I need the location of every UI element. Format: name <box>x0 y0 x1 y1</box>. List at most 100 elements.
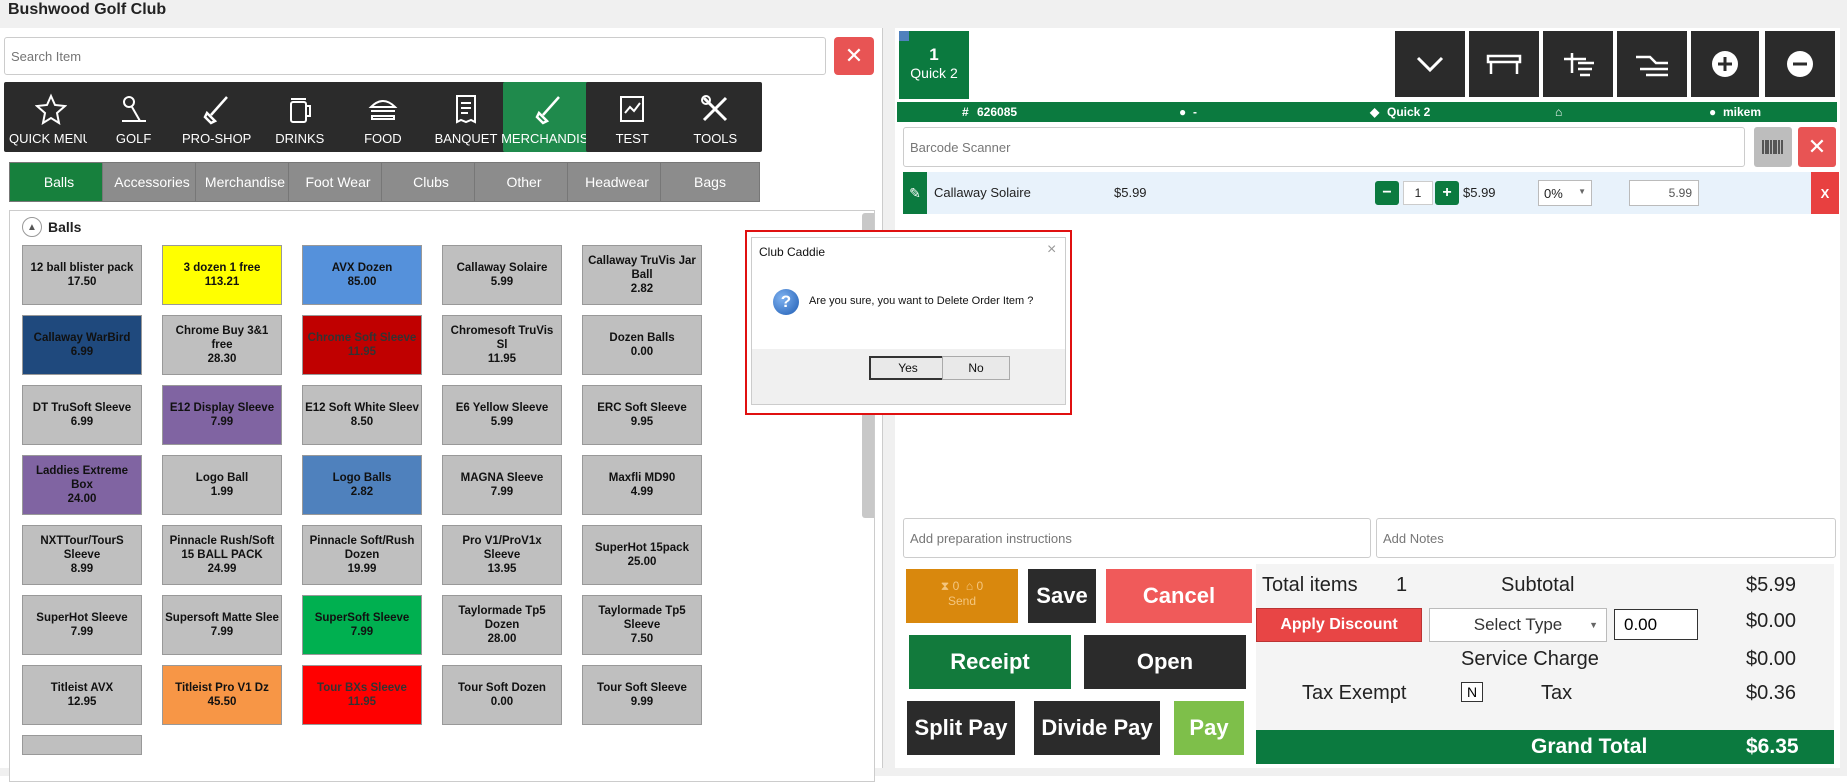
category-test[interactable]: TEST <box>585 82 679 152</box>
item-tile[interactable]: SuperHot 15pack 25.00 <box>582 525 702 585</box>
item-tile[interactable]: Taylormade Tp5 Sleeve 7.50 <box>582 595 702 655</box>
item-tile[interactable]: Chrome Soft Sleeve 11.95 <box>302 315 422 375</box>
discount-amount-input[interactable]: 0.00 <box>1614 609 1698 640</box>
subcategory-tab-balls[interactable]: Balls <box>9 162 109 202</box>
search-clear-button[interactable]: ✕ <box>834 37 874 75</box>
search-input[interactable] <box>4 37 826 75</box>
item-tile[interactable]: NXTTour/TourS Sleeve 8.99 <box>22 525 142 585</box>
dialog-close-button[interactable]: × <box>1047 241 1056 259</box>
order-item-row[interactable]: ✎ Callaway Solaire $5.99 − 1 + $5.99 0% ▼… <box>903 172 1839 214</box>
item-name: Dozen Balls <box>609 332 675 344</box>
item-tile[interactable]: Maxfli MD90 4.99 <box>582 455 702 515</box>
category-label: TEST <box>615 131 649 146</box>
subcategory-tab-merchandise[interactable]: Merchandise <box>195 162 295 202</box>
discount-type-select[interactable]: Select Type ▼ <box>1429 608 1607 642</box>
item-tile[interactable]: Pinnacle Soft/Rush Dozen 19.99 <box>302 525 422 585</box>
item-tile[interactable]: Callaway WarBird 6.99 <box>22 315 142 375</box>
item-tile[interactable]: AVX Dozen 85.00 <box>302 245 422 305</box>
item-name: Taylormade Tp5 Sleeve <box>598 605 686 631</box>
table-button[interactable] <box>1469 31 1539 97</box>
item-tile[interactable]: Supersoft Matte Slee 7.99 <box>162 595 282 655</box>
dialog-yes-button[interactable]: Yes <box>869 356 947 380</box>
divide-pay-button[interactable]: Divide Pay <box>1034 701 1160 755</box>
touch-button[interactable] <box>1543 31 1613 97</box>
tax-exempt-label: Tax Exempt <box>1302 682 1407 704</box>
chevron-down-icon <box>1416 56 1444 73</box>
item-tile[interactable]: Taylormade Tp5 Dozen 28.00 <box>442 595 562 655</box>
item-tile[interactable]: Tour Soft Dozen 0.00 <box>442 665 562 725</box>
remove-button[interactable] <box>1765 31 1835 97</box>
apply-discount-button[interactable]: Apply Discount <box>1256 608 1422 642</box>
tax-exempt-toggle[interactable]: N <box>1461 682 1483 702</box>
chevron-down-button[interactable] <box>1395 31 1465 97</box>
qty-decrease-button[interactable]: − <box>1375 181 1399 205</box>
item-tile[interactable]: Dozen Balls 0.00 <box>582 315 702 375</box>
item-tile[interactable]: Tour BXs Sleeve 11.95 <box>302 665 422 725</box>
split-pay-button[interactable]: Split Pay <box>907 701 1015 755</box>
qty-field[interactable]: 1 <box>1403 181 1433 205</box>
item-tile[interactable]: 12 ball blister pack 17.50 <box>22 245 142 305</box>
category-quick-menu[interactable]: QUICK MENU <box>4 82 97 152</box>
category-food[interactable]: FOOD <box>336 82 430 152</box>
add-button[interactable] <box>1691 31 1759 97</box>
category-banquet[interactable]: BANQUET <box>419 82 513 152</box>
item-tile[interactable]: SuperSoft Sleeve 7.99 <box>302 595 422 655</box>
barcode-clear-button[interactable]: ✕ <box>1798 127 1836 167</box>
item-tile[interactable]: Titleist AVX 12.95 <box>22 665 142 725</box>
item-tile[interactable]: Logo Balls 2.82 <box>302 455 422 515</box>
item-tile[interactable]: 3 dozen 1 free 113.21 <box>162 245 282 305</box>
edit-icon[interactable]: ✎ <box>903 172 927 214</box>
item-tile[interactable]: Pro V1/ProV1x Sleeve 13.95 <box>442 525 562 585</box>
discount-select[interactable]: 0% ▼ <box>1538 180 1592 206</box>
subcategory-tab-foot-wear[interactable]: Foot Wear <box>288 162 388 202</box>
item-tile[interactable]: E6 Yellow Sleeve 5.99 <box>442 385 562 445</box>
item-tile[interactable]: E12 Soft White Sleev 8.50 <box>302 385 422 445</box>
item-tile[interactable] <box>22 735 142 755</box>
item-tile[interactable]: Callaway TruVis Jar Ball 2.82 <box>582 245 702 305</box>
notes-input[interactable]: Add Notes <box>1376 518 1836 558</box>
open-button[interactable]: Open <box>1084 635 1246 689</box>
qty-increase-button[interactable]: + <box>1435 181 1459 205</box>
item-tile[interactable]: Logo Ball 1.99 <box>162 455 282 515</box>
item-tile[interactable]: Titleist Pro V1 Dz 45.50 <box>162 665 282 725</box>
category-golf[interactable]: GOLF <box>87 82 181 152</box>
item-tile[interactable]: SuperHot Sleeve 7.99 <box>22 595 142 655</box>
item-tile[interactable]: Pinnacle Rush/Soft 15 BALL PACK 24.99 <box>162 525 282 585</box>
subcategory-tab-headwear[interactable]: Headwear <box>567 162 667 202</box>
line-total-field[interactable]: 5.99 <box>1629 180 1699 206</box>
category-pro-shop[interactable]: PRO-SHOP <box>170 82 264 152</box>
save-button[interactable]: Save <box>1028 569 1096 623</box>
item-tile[interactable]: MAGNA Sleeve 7.99 <box>442 455 562 515</box>
order-item-name: Callaway Solaire <box>934 185 1031 200</box>
chevron-up-icon[interactable]: ▲ <box>22 217 42 237</box>
category-merchandise[interactable]: MERCHANDISE <box>501 82 597 152</box>
barcode-button[interactable] <box>1754 127 1792 167</box>
item-tile[interactable]: Tour Soft Sleeve 9.99 <box>582 665 702 725</box>
cancel-button[interactable]: Cancel <box>1106 569 1252 623</box>
item-tile[interactable]: Chromesoft TruVis Sl 11.95 <box>442 315 562 375</box>
item-tile[interactable]: Chrome Buy 3&1 free 28.30 <box>162 315 282 375</box>
item-tile[interactable]: E12 Display Sleeve 7.99 <box>162 385 282 445</box>
subcategory-tab-clubs[interactable]: Clubs <box>381 162 481 202</box>
item-tile[interactable]: Callaway Solaire 5.99 <box>442 245 562 305</box>
item-tile[interactable]: ERC Soft Sleeve 9.95 <box>582 385 702 445</box>
dialog-no-button[interactable]: No <box>942 356 1010 380</box>
send-button[interactable]: ⧗ 0 ⌂ 0 Send <box>906 569 1018 623</box>
table-icon: ⌂ <box>1555 105 1563 119</box>
barcode-input[interactable]: Barcode Scanner <box>903 127 1745 167</box>
category-tools[interactable]: TOOLS <box>668 82 762 152</box>
subcategory-tab-accessories[interactable]: Accessories <box>102 162 202 202</box>
category-drinks[interactable]: DRINKS <box>253 82 347 152</box>
prep-instructions-input[interactable]: Add preparation instructions <box>903 518 1371 558</box>
item-tile[interactable]: Laddies Extreme Box 24.00 <box>22 455 142 515</box>
hand-button[interactable] <box>1617 31 1687 97</box>
order-tab[interactable]: 1 Quick 2 <box>899 31 969 99</box>
pay-button[interactable]: Pay <box>1174 701 1244 755</box>
section-header[interactable]: ▲ Balls <box>22 217 81 237</box>
subcategory-tab-bags[interactable]: Bags <box>660 162 760 202</box>
item-tile[interactable]: DT TruSoft Sleeve 6.99 <box>22 385 142 445</box>
subtotal-label: Subtotal <box>1501 574 1575 596</box>
remove-item-button[interactable]: X <box>1811 172 1839 214</box>
receipt-button[interactable]: Receipt <box>909 635 1071 689</box>
subcategory-tab-other[interactable]: Other <box>474 162 574 202</box>
